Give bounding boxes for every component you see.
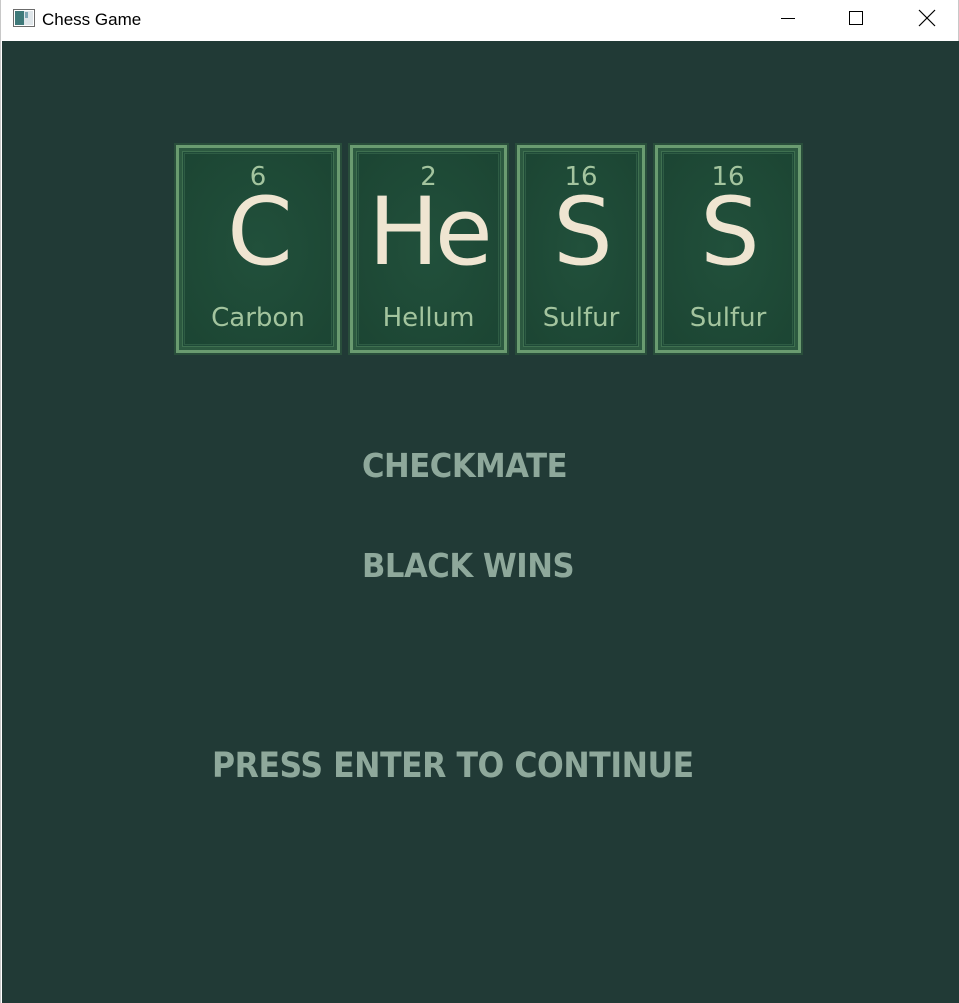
- game-status-text: CHECKMATE: [362, 446, 568, 485]
- tile-symbol: S: [553, 178, 613, 287]
- chess-game-window: Chess Game 6 C Carbon 2 He Hellum 16 S S…: [0, 0, 959, 1003]
- window-title: Chess Game: [42, 10, 142, 29]
- tile-symbol: C: [227, 178, 293, 287]
- winner-text: BLACK WINS: [362, 546, 575, 585]
- maximize-icon: [848, 10, 864, 31]
- tile-element-name: Sulfur: [542, 303, 620, 333]
- element-tile-carbon: 6 C Carbon: [174, 143, 342, 355]
- maximize-button[interactable]: [833, 0, 879, 40]
- close-button[interactable]: [904, 0, 950, 40]
- continue-prompt: PRESS ENTER TO CONTINUE: [212, 746, 694, 786]
- tile-element-name: Sulfur: [689, 303, 767, 333]
- minimize-icon: [780, 10, 796, 31]
- tile-element-name: Hellum: [382, 303, 475, 333]
- element-tile-sulfur: 16 S Sulfur: [515, 143, 647, 355]
- minimize-button[interactable]: [765, 0, 811, 40]
- tile-symbol: S: [700, 178, 760, 287]
- tile-element-name: Carbon: [211, 303, 305, 333]
- close-icon: [918, 9, 936, 32]
- app-window-icon: [13, 9, 35, 27]
- element-tile-helium: 2 He Hellum: [348, 143, 509, 355]
- title-bar[interactable]: Chess Game: [1, 0, 958, 41]
- tile-symbol: He: [368, 178, 493, 287]
- game-canvas[interactable]: 6 C Carbon 2 He Hellum 16 S Sulfur 16 S …: [2, 41, 959, 1003]
- element-tile-sulfur: 16 S Sulfur: [653, 143, 803, 355]
